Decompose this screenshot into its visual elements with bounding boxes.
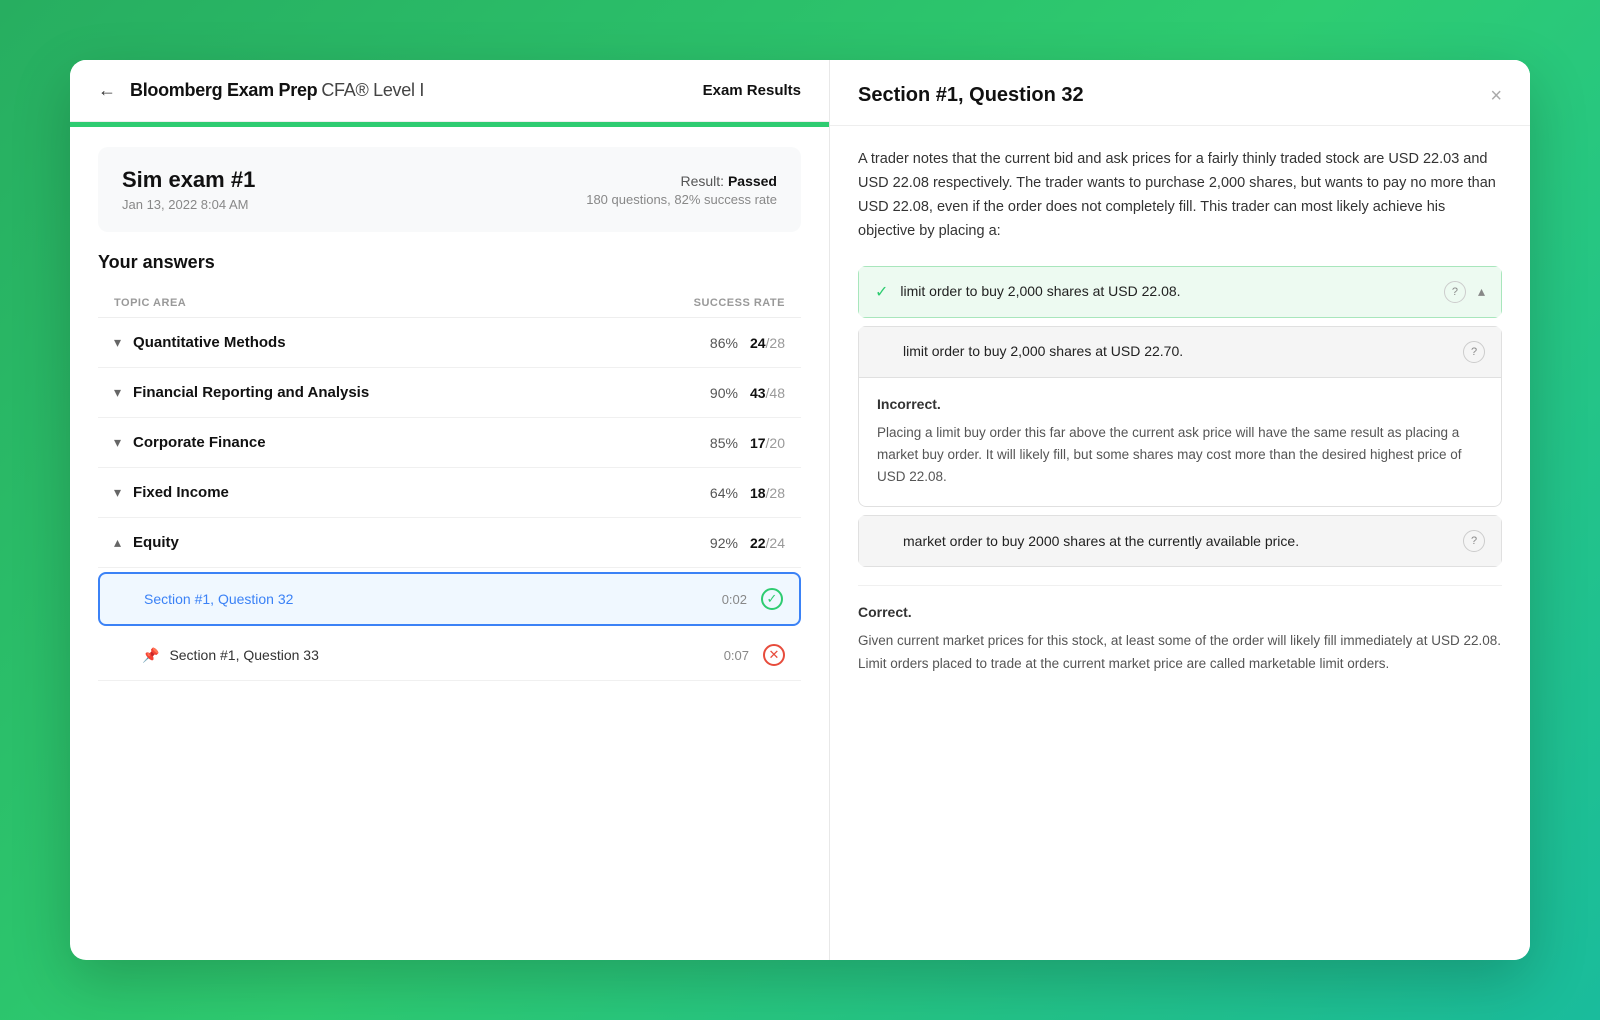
success-pct: 90%	[696, 385, 738, 401]
sub-item-time: 0:02	[722, 592, 747, 607]
topic-row-financial[interactable]: ▾ Financial Reporting and Analysis 90% 4…	[98, 368, 801, 418]
sub-item-name: Section #1, Question 32	[144, 591, 293, 607]
topic-name: Financial Reporting and Analysis	[133, 384, 369, 401]
answer-option-b-header[interactable]: limit order to buy 2,000 shares at USD 2…	[858, 326, 1502, 378]
check-icon: ✓	[875, 282, 888, 302]
topic-right: 64% 18/28	[696, 485, 785, 501]
topic-left: ▾ Corporate Finance	[114, 434, 266, 451]
main-container: ← Bloomberg Exam PrepCFA® Level I Exam R…	[70, 60, 1530, 960]
topic-row-equity[interactable]: ▴ Equity 92% 22/24	[98, 518, 801, 568]
chevron-down-icon: ▾	[114, 434, 121, 451]
right-panel: Section #1, Question 32 × A trader notes…	[830, 60, 1530, 960]
chevron-down-icon: ▾	[114, 484, 121, 501]
exam-info-left: Sim exam #1 Jan 13, 2022 8:04 AM	[122, 167, 255, 212]
help-icon-c[interactable]: ?	[1463, 530, 1485, 552]
exam-title: Sim exam #1	[122, 167, 255, 193]
topic-name: Corporate Finance	[133, 434, 266, 451]
score-fraction: 43/48	[750, 385, 785, 401]
topic-name: Fixed Income	[133, 484, 229, 501]
chevron-down-icon: ▾	[114, 334, 121, 351]
correct-section: Correct. Given current market prices for…	[858, 585, 1502, 675]
topic-row-fixed[interactable]: ▾ Fixed Income 64% 18/28	[98, 468, 801, 518]
question-text: A trader notes that the current bid and …	[858, 148, 1502, 244]
answers-section: Your answers TOPIC AREA SUCCESS RATE ▾ Q…	[70, 252, 829, 960]
score-fraction: 17/20	[750, 435, 785, 451]
back-button[interactable]: ←	[98, 80, 116, 101]
table-header: TOPIC AREA SUCCESS RATE	[98, 289, 801, 318]
exam-info-card: Sim exam #1 Jan 13, 2022 8:04 AM Result:…	[98, 147, 801, 232]
topic-right: 90% 43/48	[696, 385, 785, 401]
sub-item-left: Section #1, Question 32	[144, 591, 293, 607]
sub-item-time: 0:07	[724, 648, 749, 663]
topic-name: Equity	[133, 534, 179, 551]
answer-text-b: limit order to buy 2,000 shares at USD 2…	[903, 341, 1451, 362]
help-icon-a[interactable]: ?	[1444, 281, 1466, 303]
sub-item-right: 0:02 ✓	[722, 588, 783, 610]
page-title: Exam Results	[703, 82, 801, 99]
explanation-panel-b: Incorrect. Placing a limit buy order thi…	[858, 378, 1502, 508]
incorrect-icon: ✕	[763, 644, 785, 666]
left-panel: ← Bloomberg Exam PrepCFA® Level I Exam R…	[70, 60, 830, 960]
topic-left: ▾ Quantitative Methods	[114, 334, 286, 351]
answer-option-a[interactable]: ✓ limit order to buy 2,000 shares at USD…	[858, 266, 1502, 318]
chevron-up-icon: ▴	[1478, 283, 1485, 300]
exam-date: Jan 13, 2022 8:04 AM	[122, 197, 255, 212]
correct-label: Correct.	[858, 604, 1502, 620]
help-icon-b[interactable]: ?	[1463, 341, 1485, 363]
answers-title: Your answers	[98, 252, 801, 273]
correct-icon: ✓	[761, 588, 783, 610]
topic-row-corporate[interactable]: ▾ Corporate Finance 85% 17/20	[98, 418, 801, 468]
score-fraction: 24/28	[750, 335, 785, 351]
topic-right: 86% 24/28	[696, 335, 785, 351]
success-pct: 64%	[696, 485, 738, 501]
sub-item-name: Section #1, Question 33	[169, 647, 318, 663]
score-fraction: 22/24	[750, 535, 785, 551]
progress-bar-fill	[70, 122, 829, 127]
success-pct: 86%	[696, 335, 738, 351]
answer-option-c-header[interactable]: market order to buy 2000 shares at the c…	[858, 515, 1502, 567]
brand-name: Bloomberg Exam PrepCFA® Level I	[130, 80, 424, 101]
topic-right: 92% 22/24	[696, 535, 785, 551]
success-pct: 85%	[696, 435, 738, 451]
explanation-text-b: Placing a limit buy order this far above…	[877, 422, 1483, 489]
sub-item-left: 📌 Section #1, Question 33	[142, 647, 319, 664]
answer-option-c[interactable]: market order to buy 2000 shares at the c…	[858, 515, 1502, 567]
topic-row-quantitative[interactable]: ▾ Quantitative Methods 86% 24/28	[98, 318, 801, 368]
explanation-incorrect-label: Incorrect.	[877, 396, 1483, 412]
answer-text-a: limit order to buy 2,000 shares at USD 2…	[900, 281, 1432, 302]
sub-item-right: 0:07 ✕	[724, 644, 785, 666]
result-label: Result: Passed	[586, 173, 777, 189]
answer-text-c: market order to buy 2000 shares at the c…	[903, 531, 1451, 552]
chevron-up-icon: ▴	[114, 534, 121, 551]
close-button[interactable]: ×	[1490, 86, 1502, 106]
sub-item-selected[interactable]: Section #1, Question 32 0:02 ✓	[98, 572, 801, 626]
correct-explanation-text: Given current market prices for this sto…	[858, 630, 1502, 675]
right-panel-title: Section #1, Question 32	[858, 84, 1084, 107]
header-left: ← Bloomberg Exam PrepCFA® Level I	[98, 80, 424, 101]
score-fraction: 18/28	[750, 485, 785, 501]
answer-option-b[interactable]: limit order to buy 2,000 shares at USD 2…	[858, 326, 1502, 508]
topic-name: Quantitative Methods	[133, 334, 286, 351]
exam-result-right: Result: Passed 180 questions, 82% succes…	[586, 173, 777, 207]
progress-bar-container	[70, 122, 829, 127]
topic-left: ▴ Equity	[114, 534, 179, 551]
right-header: Section #1, Question 32 ×	[830, 60, 1530, 126]
topic-right: 85% 17/20	[696, 435, 785, 451]
chevron-down-icon: ▾	[114, 384, 121, 401]
topic-left: ▾ Financial Reporting and Analysis	[114, 384, 369, 401]
answer-option-a-header[interactable]: ✓ limit order to buy 2,000 shares at USD…	[858, 266, 1502, 318]
app-header: ← Bloomberg Exam PrepCFA® Level I Exam R…	[70, 60, 829, 122]
col-topic-label: TOPIC AREA	[114, 297, 186, 309]
right-content: A trader notes that the current bid and …	[830, 126, 1530, 960]
pin-icon: 📌	[142, 647, 159, 664]
col-success-label: SUCCESS RATE	[694, 297, 785, 309]
result-stats: 180 questions, 82% success rate	[586, 192, 777, 207]
sub-item-plain[interactable]: 📌 Section #1, Question 33 0:07 ✕	[98, 630, 801, 681]
topic-left: ▾ Fixed Income	[114, 484, 229, 501]
success-pct: 92%	[696, 535, 738, 551]
